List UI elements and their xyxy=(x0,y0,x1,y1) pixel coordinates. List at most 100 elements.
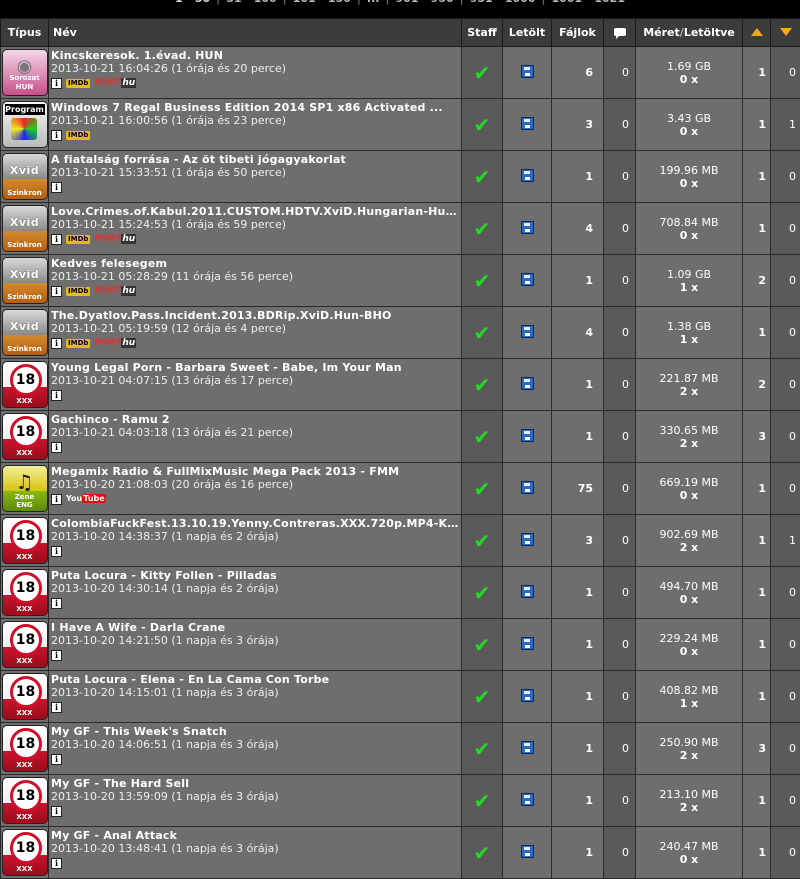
leechers-count[interactable]: 0 xyxy=(771,151,800,203)
info-icon[interactable]: i xyxy=(51,78,62,89)
torrent-title-link[interactable]: My GF - This Week's Snatch xyxy=(51,725,459,738)
leechers-count[interactable]: 1 xyxy=(771,515,800,567)
header-staff[interactable]: Staff xyxy=(462,19,503,47)
pagination-link[interactable]: 101 - 150 xyxy=(287,0,357,5)
seeders-count[interactable]: 1 xyxy=(743,203,771,255)
header-seeders[interactable] xyxy=(743,19,771,47)
seeders-count[interactable]: 1 xyxy=(743,775,771,827)
seeders-count[interactable]: 1 xyxy=(743,619,771,671)
pagination-link[interactable]: 51 - 100 xyxy=(220,0,283,5)
info-icon[interactable]: i xyxy=(51,182,62,193)
info-icon[interactable]: i xyxy=(51,598,62,609)
info-icon[interactable]: i xyxy=(51,806,62,817)
info-icon[interactable]: i xyxy=(51,754,62,765)
leechers-count[interactable]: 0 xyxy=(771,827,800,879)
pagination-link[interactable]: 1001 - 1021 xyxy=(546,0,631,5)
leechers-count[interactable]: 0 xyxy=(771,619,800,671)
leechers-count[interactable]: 0 xyxy=(771,775,800,827)
info-icon[interactable]: i xyxy=(51,702,62,713)
info-icon[interactable]: i xyxy=(51,130,62,141)
torrent-title-link[interactable]: The.Dyatlov.Pass.Incident.2013.BDRip.Xvi… xyxy=(51,309,459,322)
category-badge[interactable]: 18XXX xyxy=(2,725,48,772)
torrent-title-link[interactable]: Puta Locura - Elena - En La Cama Con Tor… xyxy=(51,673,459,686)
leechers-count[interactable]: 0 xyxy=(771,463,800,515)
floppy-download-icon[interactable] xyxy=(521,689,534,702)
category-badge[interactable]: ◉Sorozat HUN xyxy=(2,49,48,96)
imdb-icon[interactable]: IMDb xyxy=(66,79,90,88)
leechers-count[interactable]: 0 xyxy=(771,671,800,723)
seeders-count[interactable]: 1 xyxy=(743,99,771,151)
floppy-download-icon[interactable] xyxy=(521,481,534,494)
torrent-title-link[interactable]: Megamix Radio & FullMixMusic Mega Pack 2… xyxy=(51,465,459,478)
torrent-title-link[interactable]: My GF - Anal Attack xyxy=(51,829,459,842)
floppy-download-icon[interactable] xyxy=(521,533,534,546)
floppy-download-icon[interactable] xyxy=(521,325,534,338)
floppy-download-icon[interactable] xyxy=(521,793,534,806)
header-letolt[interactable]: Letölt xyxy=(503,19,552,47)
seeders-count[interactable]: 1 xyxy=(743,307,771,359)
info-icon[interactable]: i xyxy=(51,338,62,349)
port-hu-icon[interactable]: PORThu xyxy=(94,234,136,245)
info-icon[interactable]: i xyxy=(51,494,62,505)
leechers-count[interactable]: 0 xyxy=(771,723,800,775)
category-badge[interactable]: XvidSzinkron xyxy=(2,153,48,200)
torrent-title-link[interactable]: Love.Crimes.of.Kabul.2011.CUSTOM.HDTV.Xv… xyxy=(51,205,459,218)
seeders-count[interactable]: 2 xyxy=(743,359,771,411)
seeders-count[interactable]: 3 xyxy=(743,411,771,463)
floppy-download-icon[interactable] xyxy=(521,273,534,286)
seeders-count[interactable]: 1 xyxy=(743,47,771,99)
leechers-count[interactable]: 0 xyxy=(771,359,800,411)
info-icon[interactable]: i xyxy=(51,546,62,557)
port-hu-icon[interactable]: PORThu xyxy=(94,78,136,89)
leechers-count[interactable]: 0 xyxy=(771,47,800,99)
leechers-count[interactable]: 0 xyxy=(771,203,800,255)
seeders-count[interactable]: 1 xyxy=(743,151,771,203)
header-comments[interactable] xyxy=(604,19,636,47)
category-badge[interactable]: 18XXX xyxy=(2,621,48,668)
torrent-title-link[interactable]: I Have A Wife - Darla Crane xyxy=(51,621,459,634)
floppy-download-icon[interactable] xyxy=(521,585,534,598)
torrent-title-link[interactable]: ColombiaFuckFest.13.10.19.Yenny.Contrera… xyxy=(51,517,459,530)
imdb-icon[interactable]: IMDb xyxy=(66,131,90,140)
category-badge[interactable]: ♫Zene ENG xyxy=(2,465,48,512)
imdb-icon[interactable]: IMDb xyxy=(66,339,90,348)
pagination-link[interactable]: 901 - 950 xyxy=(390,0,460,5)
torrent-title-link[interactable]: Gachinco - Ramu 2 xyxy=(51,413,459,426)
torrent-title-link[interactable]: My GF - The Hard Sell xyxy=(51,777,459,790)
imdb-icon[interactable]: IMDb xyxy=(66,235,90,244)
floppy-download-icon[interactable] xyxy=(521,429,534,442)
header-fajlok[interactable]: Fájlok xyxy=(552,19,604,47)
youtube-icon[interactable]: YouTube xyxy=(66,494,106,504)
seeders-count[interactable]: 1 xyxy=(743,671,771,723)
pagination-link[interactable]: ... xyxy=(361,0,386,5)
info-icon[interactable]: i xyxy=(51,442,62,453)
torrent-title-link[interactable]: Kedves felesegem xyxy=(51,257,459,270)
floppy-download-icon[interactable] xyxy=(521,169,534,182)
category-badge[interactable]: 18XXX xyxy=(2,413,48,460)
floppy-download-icon[interactable] xyxy=(521,845,534,858)
category-badge[interactable]: XvidSzinkron xyxy=(2,309,48,356)
torrent-title-link[interactable]: Windows 7 Regal Business Edition 2014 SP… xyxy=(51,101,459,114)
header-size-downloads[interactable]: Méret/Letöltve xyxy=(636,19,743,47)
torrent-title-link[interactable]: Young Legal Porn - Barbara Sweet - Babe,… xyxy=(51,361,459,374)
category-badge[interactable]: 18XXX xyxy=(2,673,48,720)
info-icon[interactable]: i xyxy=(51,650,62,661)
imdb-icon[interactable]: IMDb xyxy=(66,287,90,296)
leechers-count[interactable]: 0 xyxy=(771,255,800,307)
category-badge[interactable]: XvidSzinkron xyxy=(2,257,48,304)
info-icon[interactable]: i xyxy=(51,234,62,245)
torrent-title-link[interactable]: Puta Locura - Kitty Follen - Pilladas xyxy=(51,569,459,582)
port-hu-icon[interactable]: PORThu xyxy=(94,286,136,297)
category-badge[interactable]: 18XXX xyxy=(2,361,48,408)
info-icon[interactable]: i xyxy=(51,858,62,869)
torrent-title-link[interactable]: Kincskeresok. 1.évad. HUN xyxy=(51,49,459,62)
seeders-count[interactable]: 3 xyxy=(743,723,771,775)
floppy-download-icon[interactable] xyxy=(521,741,534,754)
category-badge[interactable]: 18XXX xyxy=(2,829,48,876)
floppy-download-icon[interactable] xyxy=(521,117,534,130)
header-meret[interactable]: Méret xyxy=(643,26,680,39)
floppy-download-icon[interactable] xyxy=(521,637,534,650)
seeders-count[interactable]: 1 xyxy=(743,567,771,619)
category-badge[interactable]: XvidSzinkron xyxy=(2,205,48,252)
header-leechers[interactable] xyxy=(771,19,800,47)
